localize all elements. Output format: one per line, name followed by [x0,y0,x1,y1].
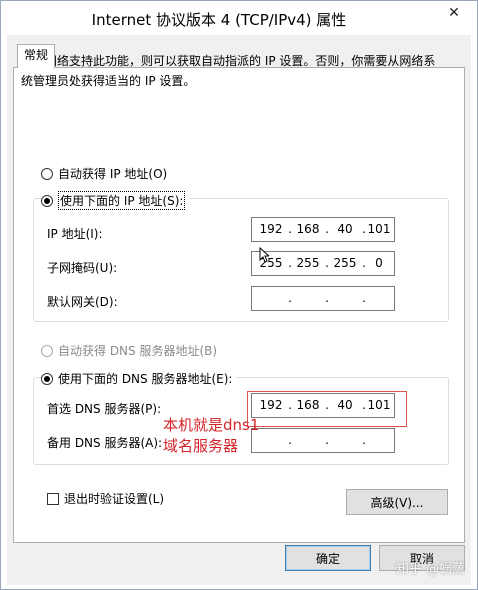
ip-dot: . [325,222,329,236]
radio-manual-dns-label: 使用下面的 DNS 服务器地址(E): [58,372,233,386]
validate-settings-checkbox[interactable]: 退出时验证设置(L) [47,490,164,507]
annotation-highlight-box [247,391,407,427]
gateway-label: 默认网关(D): [47,295,118,309]
radio-manual-dns-indicator[interactable] [41,372,53,385]
ip-dot: . [288,433,292,447]
annotation-line-1: 本机就是dns1 [163,416,260,434]
radio-manual-ip[interactable]: 使用下面的 IP 地址(S): [41,191,190,210]
ip-octet-3: 40 [337,222,353,236]
radio-auto-ip[interactable]: 自动获得 IP 地址(O) [41,165,167,182]
watermark-text: 知乎 @蜗蒸 [395,562,465,577]
ip-octet-1: 192 [259,222,283,236]
subnet-mask-label: 子网掩码(U): [47,261,118,275]
preferred-dns-label: 首选 DNS 服务器(P): [47,402,162,416]
radio-auto-ip-indicator[interactable] [41,167,53,180]
validate-settings-checkbox-box[interactable] [47,492,59,505]
radio-auto-ip-label: 自动获得 IP 地址(O) [58,167,168,181]
ip-address-input[interactable]: 192 . 168 . 40 . 101 [251,217,395,242]
advanced-button[interactable]: 高级(V)... [346,489,448,515]
radio-auto-dns-label: 自动获得 DNS 服务器地址(B) [58,344,218,358]
radio-manual-ip-label: 使用下面的 IP 地址(S): [58,191,186,210]
ok-button[interactable]: 确定 [285,545,371,571]
ip-dot: . [362,433,366,447]
close-button[interactable]: ✕ [437,3,471,23]
mask-octet-3: 255 [333,256,357,270]
ip-address-label: IP 地址(I): [47,227,103,241]
ip-octet-2: 168 [296,222,320,236]
gateway-input[interactable]: . . . [251,286,395,311]
title-bar: Internet 协议版本 4 (TCP/IPv4) 属性 ✕ [1,1,477,35]
tab-general[interactable]: 常规 [17,44,55,68]
ip-dot: . [362,291,366,305]
ip-dot: . [288,256,292,270]
alternate-dns-input[interactable]: . . . [251,428,395,453]
alternate-dns-label: 备用 DNS 服务器(A): [47,436,163,450]
ip-octet-4: 101 [367,222,391,236]
radio-auto-dns-indicator[interactable] [41,344,53,357]
validate-settings-label: 退出时验证设置(L) [64,492,165,506]
description-text: 如果网络支持此功能，则可以获取自动指派的 IP 设置。否则，你需要从网络系统管理… [21,54,436,88]
ip-dot: . [325,291,329,305]
dialog-window: Internet 协议版本 4 (TCP/IPv4) 属性 ✕ 常规 如果网络支… [0,0,478,590]
ip-dot: . [325,433,329,447]
ip-dot: . [325,256,329,270]
ip-dot: . [288,291,292,305]
window-title: Internet 协议版本 4 (TCP/IPv4) 属性 [91,11,347,29]
radio-manual-ip-indicator[interactable] [41,194,53,207]
radio-auto-dns[interactable]: 自动获得 DNS 服务器地址(B) [41,342,217,359]
subnet-mask-input[interactable]: 255 . 255 . 255 . 0 [251,251,395,276]
mouse-cursor-icon [259,247,269,263]
mask-octet-4: 0 [375,256,383,270]
ip-dot: . [288,222,292,236]
annotation-line-2: 域名服务器 [163,437,239,455]
mask-octet-2: 255 [296,256,320,270]
radio-manual-dns[interactable]: 使用下面的 DNS 服务器地址(E): [41,370,237,387]
